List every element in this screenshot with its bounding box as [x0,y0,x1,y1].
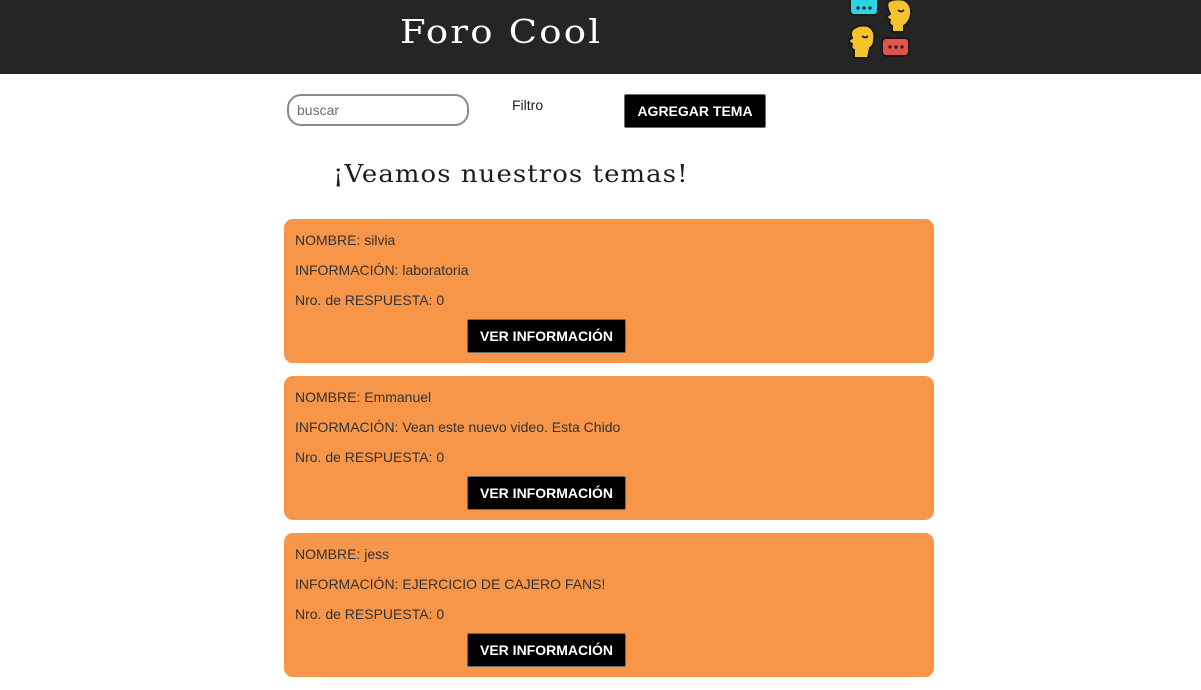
view-info-button[interactable]: VER INFORMACIÓN [467,319,626,353]
chat-people-logo-icon [848,0,913,59]
topic-card: NOMBRE: jess INFORMACIÓN: EJERCICIO DE C… [284,533,934,677]
add-topic-button[interactable]: AGREGAR TEMA [624,94,766,128]
site-header: Foro Cool [0,0,1201,74]
topic-info: INFORMACIÓN: Vean este nuevo video. Esta… [295,419,621,435]
topic-replies: Nro. de RESPUESTA: 0 [295,449,445,465]
topic-info: INFORMACIÓN: laboratoria [295,262,469,278]
site-title[interactable]: Foro Cool [400,12,602,51]
page-title: ¡Veamos nuestros temas! [333,160,689,188]
topic-card: NOMBRE: silvia INFORMACIÓN: laboratoria … [284,219,934,363]
topic-replies: Nro. de RESPUESTA: 0 [295,606,445,622]
topic-list: NOMBRE: silvia INFORMACIÓN: laboratoria … [284,219,934,690]
topic-replies: Nro. de RESPUESTA: 0 [295,292,445,308]
topic-card: NOMBRE: Emmanuel INFORMACIÓN: Vean este … [284,376,934,520]
view-info-button[interactable]: VER INFORMACIÓN [467,633,626,667]
filter-label[interactable]: Filtro [512,97,543,113]
view-info-button[interactable]: VER INFORMACIÓN [467,476,626,510]
search-input[interactable] [287,94,469,126]
topic-name: NOMBRE: Emmanuel [295,389,432,405]
topic-name: NOMBRE: silvia [295,232,396,248]
topic-name: NOMBRE: jess [295,546,390,562]
topic-info: INFORMACIÓN: EJERCICIO DE CAJERO FANS! [295,576,606,592]
